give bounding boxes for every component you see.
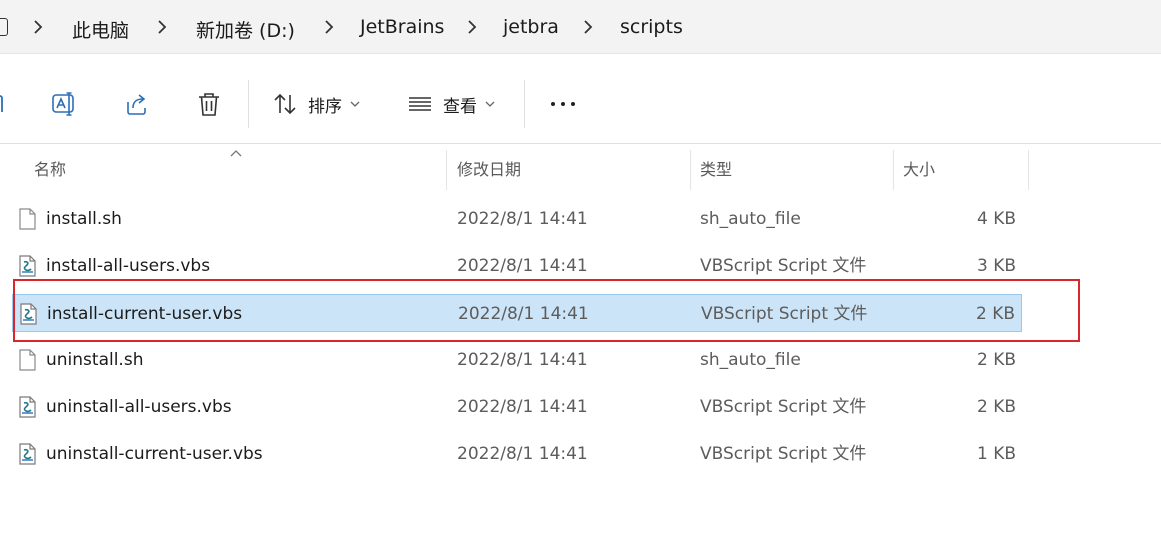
vbs-script-icon: [18, 396, 37, 418]
file-row[interactable]: install-current-user.vbs 2022/8/1 14:41 …: [12, 294, 1022, 332]
file-date: 2022/8/1 14:41: [457, 350, 588, 370]
view-button[interactable]: 查看: [407, 88, 495, 120]
more-options-button[interactable]: [549, 88, 577, 120]
file-type: sh_auto_file: [700, 209, 801, 229]
file-name: uninstall-all-users.vbs: [46, 397, 232, 417]
generic-file-icon: [18, 349, 37, 371]
file-row[interactable]: uninstall-current-user.vbs 2022/8/1 14:4…: [12, 435, 1022, 473]
file-date: 2022/8/1 14:41: [457, 444, 588, 464]
address-bar[interactable]: 此电脑 新加卷 (D:) JetBrains jetbra scripts: [0, 0, 1161, 54]
delete-icon: [199, 93, 219, 116]
column-header-row: 名称 修改日期 类型 大小: [0, 150, 1161, 190]
command-bar: 排序 查看: [0, 62, 1161, 144]
folder-icon: [0, 18, 8, 36]
chevron-right-icon[interactable]: [322, 17, 336, 37]
file-name: uninstall-current-user.vbs: [46, 444, 263, 464]
file-date: 2022/8/1 14:41: [457, 397, 588, 417]
toolbar-divider: [248, 80, 249, 128]
rename-button[interactable]: [50, 88, 78, 120]
chevron-right-icon[interactable]: [465, 17, 479, 37]
file-name: install.sh: [46, 209, 122, 229]
file-date: 2022/8/1 14:41: [458, 304, 589, 324]
sort-button[interactable]: 排序: [272, 88, 360, 120]
column-header-size[interactable]: 大小: [903, 150, 935, 190]
breadcrumb-item-jetbrains[interactable]: JetBrains: [360, 16, 444, 38]
file-size: 3 KB: [976, 256, 1016, 276]
file-size: 4 KB: [976, 209, 1016, 229]
column-divider[interactable]: [893, 150, 894, 190]
vbs-script-icon: [18, 443, 37, 465]
chevron-right-icon[interactable]: [155, 17, 169, 37]
generic-file-icon: [18, 208, 37, 230]
file-size: 2 KB: [976, 350, 1016, 370]
breadcrumb-item-this-pc[interactable]: 此电脑: [72, 16, 129, 43]
column-divider[interactable]: [1028, 150, 1029, 190]
file-type: VBScript Script 文件: [700, 256, 867, 276]
chevron-right-icon[interactable]: [31, 17, 45, 37]
file-size: 1 KB: [976, 444, 1016, 464]
file-name: install-all-users.vbs: [46, 256, 211, 276]
sort-ascending-icon: [230, 150, 242, 157]
paste-icon[interactable]: [0, 88, 6, 120]
file-size: 2 KB: [975, 304, 1015, 324]
column-divider[interactable]: [446, 150, 447, 190]
file-row[interactable]: install.sh 2022/8/1 14:41 sh_auto_file 4…: [12, 200, 1022, 238]
file-row[interactable]: uninstall.sh 2022/8/1 14:41 sh_auto_file…: [12, 341, 1022, 379]
column-divider[interactable]: [690, 150, 691, 190]
vbs-script-icon: [19, 303, 38, 325]
breadcrumb-item-scripts[interactable]: scripts: [620, 16, 683, 38]
rename-icon: [52, 92, 74, 116]
column-header-name[interactable]: 名称: [34, 150, 66, 190]
sort-icon: [274, 93, 296, 115]
share-icon: [127, 94, 146, 115]
chevron-right-icon[interactable]: [581, 17, 595, 37]
chevron-down-icon: [350, 101, 360, 107]
file-row[interactable]: install-all-users.vbs 2022/8/1 14:41 VBS…: [12, 247, 1022, 285]
delete-button[interactable]: [195, 88, 223, 120]
breadcrumb-item-drive-d[interactable]: 新加卷 (D:): [196, 16, 295, 43]
sort-label: 排序: [308, 96, 342, 117]
file-type: sh_auto_file: [700, 350, 801, 370]
view-icon: [409, 97, 431, 111]
view-label: 查看: [443, 96, 477, 117]
file-name: uninstall.sh: [46, 350, 144, 370]
file-date: 2022/8/1 14:41: [457, 256, 588, 276]
file-type: VBScript Script 文件: [701, 304, 868, 324]
column-header-type[interactable]: 类型: [700, 150, 732, 190]
share-button[interactable]: [123, 88, 151, 120]
file-type: VBScript Script 文件: [700, 444, 867, 464]
more-icon: [551, 102, 575, 106]
file-size: 2 KB: [976, 397, 1016, 417]
file-name: install-current-user.vbs: [47, 304, 243, 324]
file-date: 2022/8/1 14:41: [457, 209, 588, 229]
column-header-date[interactable]: 修改日期: [457, 150, 521, 190]
file-type: VBScript Script 文件: [700, 397, 867, 417]
file-row[interactable]: uninstall-all-users.vbs 2022/8/1 14:41 V…: [12, 388, 1022, 426]
chevron-down-icon: [485, 101, 495, 107]
vbs-script-icon: [18, 255, 37, 277]
toolbar-divider: [524, 80, 525, 128]
breadcrumb-item-jetbra[interactable]: jetbra: [503, 16, 559, 38]
